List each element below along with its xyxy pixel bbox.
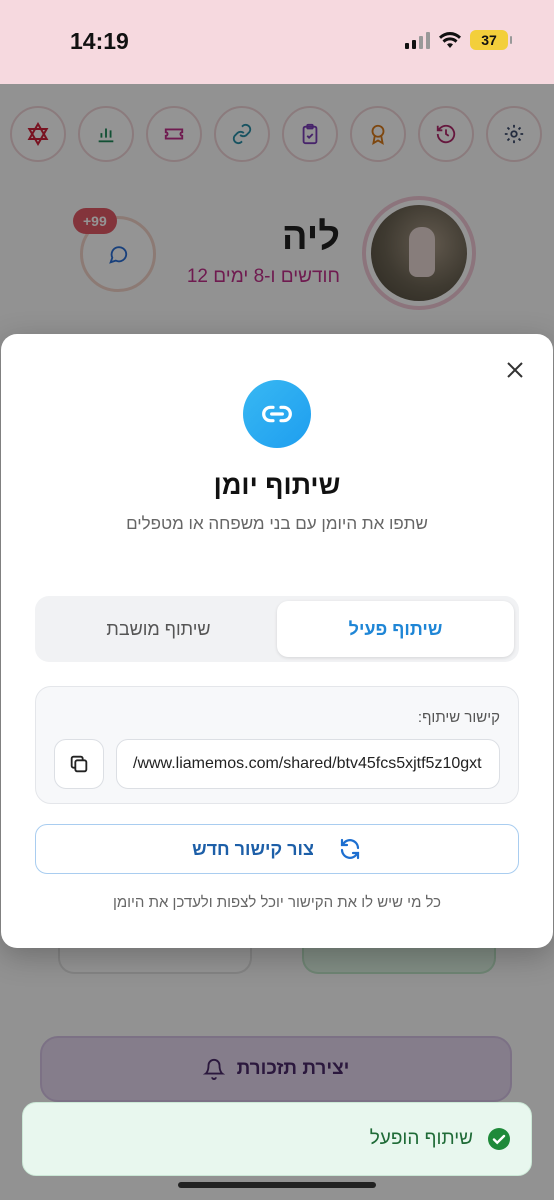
share-link-label: קישור שיתוף: — [417, 709, 500, 726]
share-note: כל מי שיש לו את הקישור יוכל לצפות ולעדכן… — [112, 894, 442, 911]
modal-subtitle: שתפו את היומן עם בני משפחה או מטפלים — [126, 514, 428, 533]
share-link-field[interactable]: /www.liamemos.com/shared/btv45fcs5xjtf5z… — [116, 739, 500, 789]
share-link-panel: קישור שיתוף: /www.liamemos.com/shared/bt… — [35, 686, 519, 804]
signal-icon — [405, 31, 430, 49]
battery-level: 37 — [481, 32, 497, 48]
copy-link-button[interactable] — [54, 739, 104, 789]
copy-icon — [70, 755, 88, 773]
tab-sharing-active[interactable]: שיתוף פעיל — [277, 601, 514, 657]
close-icon — [507, 362, 523, 378]
check-circle-icon — [488, 1128, 510, 1150]
home-indicator[interactable] — [178, 1182, 376, 1188]
generate-new-link-label: צור קישור חדש — [192, 838, 314, 859]
toast-message: שיתוף הופעל — [369, 1128, 473, 1149]
wifi-icon — [439, 32, 461, 48]
share-status-tabs: שיתוף פעיל שיתוף מושבת — [35, 596, 519, 662]
clock: 14:19 — [70, 28, 129, 54]
link-icon — [262, 405, 292, 423]
share-link-badge — [243, 380, 311, 448]
modal-title: שיתוף יומן — [213, 470, 341, 500]
share-diary-modal: שיתוף יומן שתפו את היומן עם בני משפחה או… — [1, 334, 553, 948]
close-button[interactable] — [501, 356, 529, 384]
status-icons: 37 — [405, 30, 512, 50]
success-toast: שיתוף הופעל — [22, 1102, 532, 1176]
generate-new-link-button[interactable]: צור קישור חדש — [35, 824, 519, 874]
tab-sharing-disabled[interactable]: שיתוף מושבת — [40, 601, 277, 657]
battery-icon: 37 — [470, 30, 512, 50]
status-bar: 14:19 37 — [0, 0, 554, 84]
refresh-icon — [340, 838, 360, 860]
